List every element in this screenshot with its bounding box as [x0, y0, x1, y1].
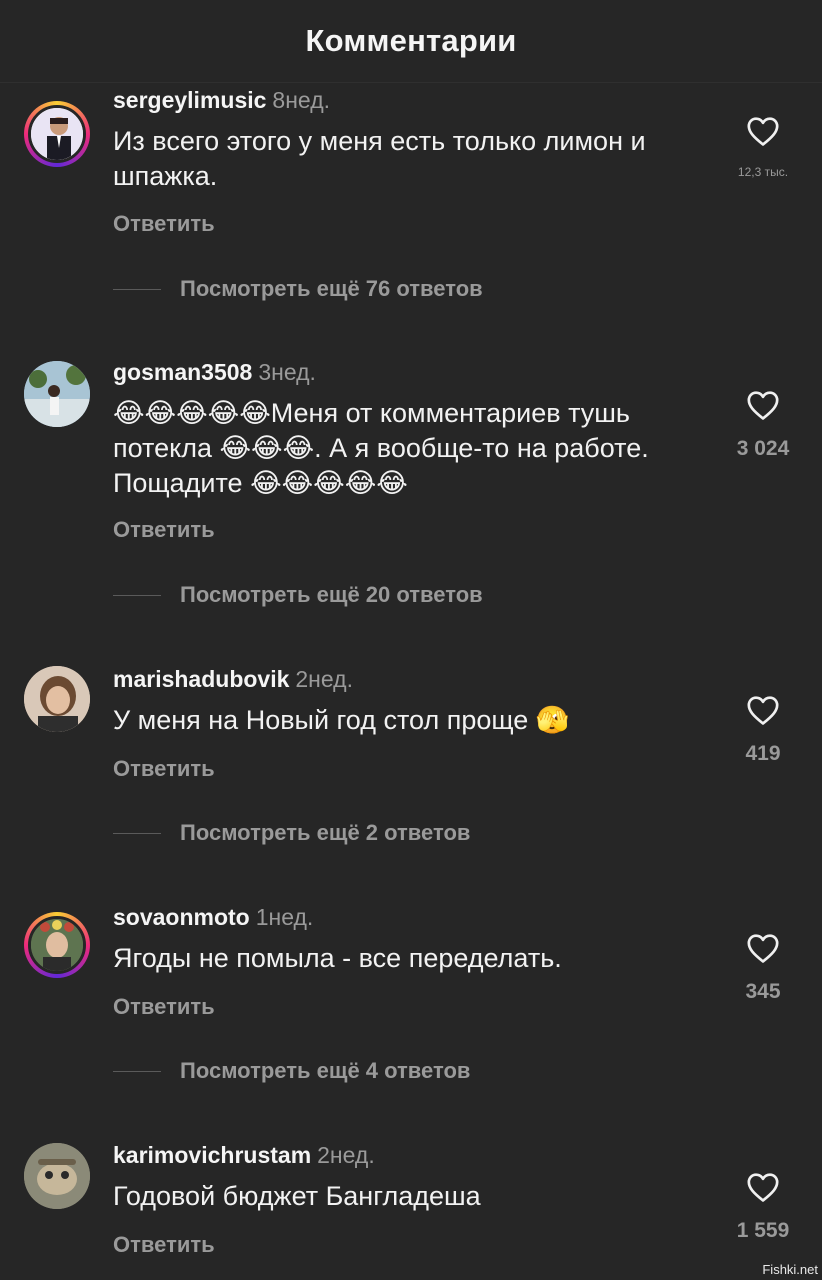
- like-count: 1 559: [736, 1219, 790, 1242]
- avatar[interactable]: [24, 1143, 90, 1209]
- page-title: Комментарии: [305, 23, 517, 58]
- view-more-replies[interactable]: Посмотреть ещё 2 ответов: [113, 820, 470, 846]
- comment-text: Годовой бюджет Бангладеша: [113, 1181, 481, 1211]
- comment-username[interactable]: marishadubovik: [113, 666, 289, 692]
- comment-time: 1нед.: [255, 904, 314, 930]
- comment-username[interactable]: sergeylimusic: [113, 87, 266, 113]
- comment-time: 2нед.: [295, 666, 353, 692]
- avatar-photo-icon: [24, 361, 90, 427]
- heart-outline-icon[interactable]: [728, 389, 798, 421]
- avatar-photo-icon: [24, 1143, 90, 1209]
- view-more-replies-label: Посмотреть ещё 76 ответов: [180, 276, 483, 301]
- view-more-replies-label: Посмотреть ещё 20 ответов: [180, 582, 483, 607]
- view-more-replies-label: Посмотреть ещё 4 ответов: [180, 1058, 471, 1083]
- reply-button[interactable]: Ответить: [113, 994, 215, 1020]
- comment-username[interactable]: gosman3508: [113, 359, 252, 385]
- heart-outline-icon[interactable]: [728, 115, 798, 147]
- heart-outline-icon[interactable]: [728, 694, 798, 726]
- comment-username[interactable]: karimovichrustam: [113, 1142, 311, 1168]
- avatar[interactable]: [24, 666, 90, 732]
- divider: [113, 288, 161, 290]
- like-count: 419: [745, 742, 781, 765]
- avatar[interactable]: [24, 912, 90, 978]
- comments-header: Комментарии: [0, 0, 822, 83]
- comment-text: Из всего этого у меня есть только лимон …: [113, 126, 646, 191]
- reply-button[interactable]: Ответить: [113, 756, 215, 782]
- like-count: 345: [745, 980, 781, 1003]
- avatar-photo-icon: [31, 919, 83, 971]
- reply-button[interactable]: Ответить: [113, 517, 215, 543]
- comment-text: У меня на Новый год стол проще 🫣: [113, 705, 570, 735]
- like-count: 3 024: [736, 437, 790, 460]
- view-more-replies[interactable]: Посмотреть ещё 76 ответов: [113, 276, 483, 302]
- view-more-replies[interactable]: Посмотреть ещё 4 ответов: [113, 1058, 470, 1084]
- comment-text: Ягоды не помыла - все переделать.: [113, 943, 562, 973]
- avatar[interactable]: [24, 361, 90, 427]
- watermark: Fishki.net: [762, 1262, 818, 1277]
- comment-time: 3нед.: [258, 359, 316, 385]
- avatar-photo-icon: [24, 666, 90, 732]
- avatar[interactable]: [24, 101, 90, 167]
- heart-outline-icon[interactable]: [728, 1171, 798, 1203]
- divider: [113, 1070, 161, 1072]
- view-more-replies-label: Посмотреть ещё 2 ответов: [180, 820, 471, 845]
- divider: [113, 594, 161, 596]
- like-count: 12,3 тыс.: [737, 165, 789, 179]
- reply-button[interactable]: Ответить: [113, 211, 215, 237]
- comment-time: 2нед.: [317, 1142, 375, 1168]
- heart-outline-icon[interactable]: [728, 932, 798, 964]
- reply-button[interactable]: Ответить: [113, 1232, 215, 1258]
- avatar-photo-icon: [31, 108, 83, 160]
- divider: [113, 832, 161, 834]
- comment-time: 8нед.: [272, 87, 331, 113]
- comment-username[interactable]: sovaonmoto: [113, 904, 250, 930]
- comment-text: 😂😂😂😂😂Меня от комментариев тушь потекла 😂…: [113, 398, 649, 498]
- view-more-replies[interactable]: Посмотреть ещё 20 ответов: [113, 582, 483, 608]
